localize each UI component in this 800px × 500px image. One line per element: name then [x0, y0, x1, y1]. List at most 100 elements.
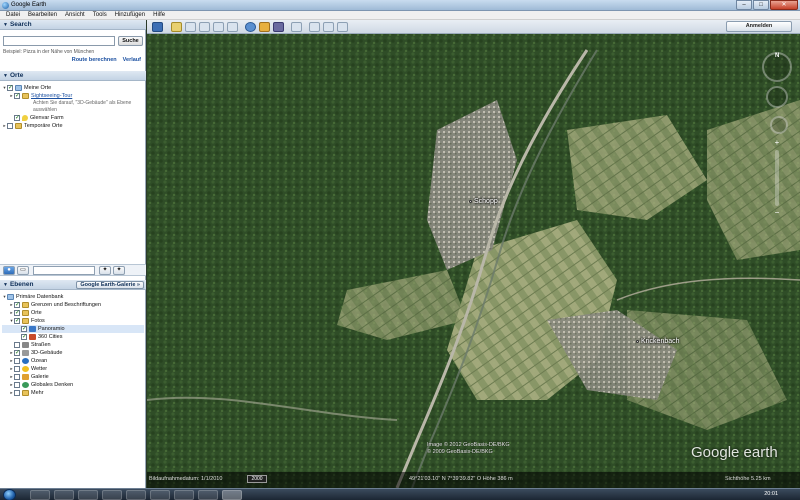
app-icon[interactable] — [198, 490, 218, 500]
menu-tools[interactable]: Tools — [89, 11, 111, 20]
places-item-sightseeing[interactable]: ▸ Sightseeing-Tour — [2, 92, 144, 100]
layer-360-cities[interactable]: 360 Cities — [2, 333, 144, 341]
layer-global-awareness[interactable]: ▸ Globales Denken — [2, 381, 144, 389]
checkbox[interactable] — [14, 317, 20, 324]
firefox-icon[interactable] — [54, 490, 74, 500]
path-icon[interactable] — [199, 22, 210, 32]
places-filter-input[interactable] — [33, 266, 95, 275]
zoom-in-button[interactable]: + — [771, 138, 783, 148]
layer-more[interactable]: ▸ Mehr — [2, 389, 144, 397]
minimize-button[interactable]: – — [736, 0, 752, 10]
layer-label: Panoramio — [38, 326, 65, 332]
search-header[interactable]: ▼ Search — [0, 20, 146, 30]
google-maps-icon[interactable] — [337, 22, 348, 32]
layer-weather[interactable]: ▸ Wetter — [2, 365, 144, 373]
zoom-out-button[interactable]: − — [771, 208, 783, 218]
image-overlay-icon[interactable] — [213, 22, 224, 32]
search-input[interactable] — [3, 36, 115, 46]
explorer-icon[interactable] — [30, 490, 50, 500]
menu-bearbeiten[interactable]: Bearbeiten — [24, 11, 61, 20]
google-earth-task-icon[interactable] — [222, 490, 242, 500]
checkbox[interactable] — [14, 366, 20, 372]
checkbox[interactable] — [14, 309, 20, 316]
ruler-icon[interactable] — [291, 22, 302, 32]
pointer-coordinates: 49°21'03.10" N 7°39'39.82" O Höhe 386 m — [409, 476, 513, 482]
layer-photos[interactable]: ▾ Fotos — [2, 317, 144, 325]
sunlight-icon[interactable] — [259, 22, 270, 32]
checkbox[interactable] — [7, 84, 13, 91]
checkbox[interactable] — [14, 114, 20, 121]
app-icon[interactable] — [78, 490, 98, 500]
places-item-label: Meine Orte — [24, 85, 52, 91]
checkbox[interactable] — [14, 342, 20, 348]
places-item-label[interactable]: Sightseeing-Tour — [31, 93, 72, 99]
layer-gallery[interactable]: ▸ Galerie — [2, 373, 144, 381]
historical-imagery-year[interactable]: 2000 — [247, 475, 267, 483]
app-icon[interactable] — [150, 490, 170, 500]
route-link[interactable]: Route berechnen — [72, 57, 117, 63]
panel-toggle-icon[interactable]: ▭ — [17, 266, 29, 275]
places-item-temporary[interactable]: ▸ Temporäre Orte — [2, 122, 144, 130]
copyright-line: © 2009 GeoBasis-DE/BKG — [427, 449, 493, 455]
search-places-icon[interactable]: ● — [3, 266, 15, 275]
email-icon[interactable] — [309, 22, 320, 32]
look-joystick[interactable] — [766, 86, 788, 108]
checkbox[interactable] — [14, 390, 20, 396]
layers-header[interactable]: ▼ Ebenen Google Earth-Galerie » — [0, 280, 146, 290]
polygon-icon[interactable] — [185, 22, 196, 32]
places-item-glenvar-farm[interactable]: Glenvar Farm — [2, 114, 144, 122]
compass-control[interactable]: N — [762, 52, 792, 82]
checkbox[interactable] — [14, 382, 20, 388]
menu-hilfe[interactable]: Hilfe — [149, 11, 169, 20]
places-item-my-places[interactable]: ▾ Meine Orte — [2, 84, 144, 92]
checkbox[interactable] — [7, 123, 13, 129]
sidebar-toggle-icon[interactable] — [152, 22, 163, 32]
checkbox[interactable] — [14, 92, 20, 99]
close-button[interactable]: ✕ — [770, 0, 798, 10]
login-button[interactable]: Anmelden — [726, 21, 792, 32]
move-joystick[interactable] — [770, 116, 788, 134]
move-down-icon[interactable]: ✦ — [113, 266, 125, 275]
tour-icon[interactable] — [227, 22, 238, 32]
layer-places[interactable]: ▸ Orte — [2, 309, 144, 317]
layer-borders[interactable]: ▸ Grenzen und Beschriftungen — [2, 301, 144, 309]
app-icon[interactable] — [174, 490, 194, 500]
start-button[interactable] — [3, 489, 16, 500]
layer-panoramio[interactable]: Panoramio — [2, 325, 144, 333]
historical-imagery-icon[interactable] — [245, 22, 256, 32]
map-view[interactable]: Anmelden N + − Schopp Krickenbach Image … — [147, 20, 800, 488]
move-up-icon[interactable]: ✦ — [99, 266, 111, 275]
copyright-line: Image © 2012 GeoBasis-DE/BKG — [427, 442, 510, 448]
print-icon[interactable] — [323, 22, 334, 32]
layer-label: Grenzen und Beschriftungen — [31, 302, 102, 308]
checkbox[interactable] — [21, 333, 27, 340]
layer-primary-db[interactable]: ▾ Primäre Datenbank — [2, 293, 144, 301]
menu-ansicht[interactable]: Ansicht — [61, 11, 89, 20]
maximize-button[interactable]: □ — [753, 0, 769, 10]
zoom-slider[interactable] — [775, 150, 779, 206]
menu-hinzufuegen[interactable]: Hinzufügen — [111, 11, 149, 20]
search-button[interactable]: Suche — [118, 36, 143, 46]
app-icon[interactable] — [102, 490, 122, 500]
earth-gallery-button[interactable]: Google Earth-Galerie » — [76, 281, 144, 289]
checkbox[interactable] — [14, 374, 20, 380]
map-label-krickenbach[interactable]: Krickenbach — [636, 338, 680, 345]
places-header[interactable]: ▼ Orte — [0, 71, 146, 81]
checkbox[interactable] — [14, 349, 20, 356]
layer-roads[interactable]: Straßen — [2, 341, 144, 349]
placemark-icon[interactable] — [171, 22, 182, 32]
collapse-triangle-icon: ▼ — [3, 282, 8, 288]
planets-icon[interactable] — [273, 22, 284, 32]
layer-label: Wetter — [31, 366, 48, 372]
app-icon[interactable] — [126, 490, 146, 500]
layer-ocean[interactable]: ▸ Ozean — [2, 357, 144, 365]
checkbox[interactable] — [14, 301, 20, 308]
checkbox[interactable] — [21, 325, 27, 332]
eye-altitude: Sichthöhe 5.25 km — [725, 476, 771, 482]
history-link[interactable]: Verlauf — [123, 57, 141, 63]
layer-3d-buildings[interactable]: ▸ 3D-Gebäude — [2, 349, 144, 357]
checkbox[interactable] — [14, 358, 20, 364]
menu-datei[interactable]: Datei — [2, 11, 24, 20]
road-icon — [22, 342, 29, 348]
map-label-schopp[interactable]: Schopp — [469, 198, 498, 205]
